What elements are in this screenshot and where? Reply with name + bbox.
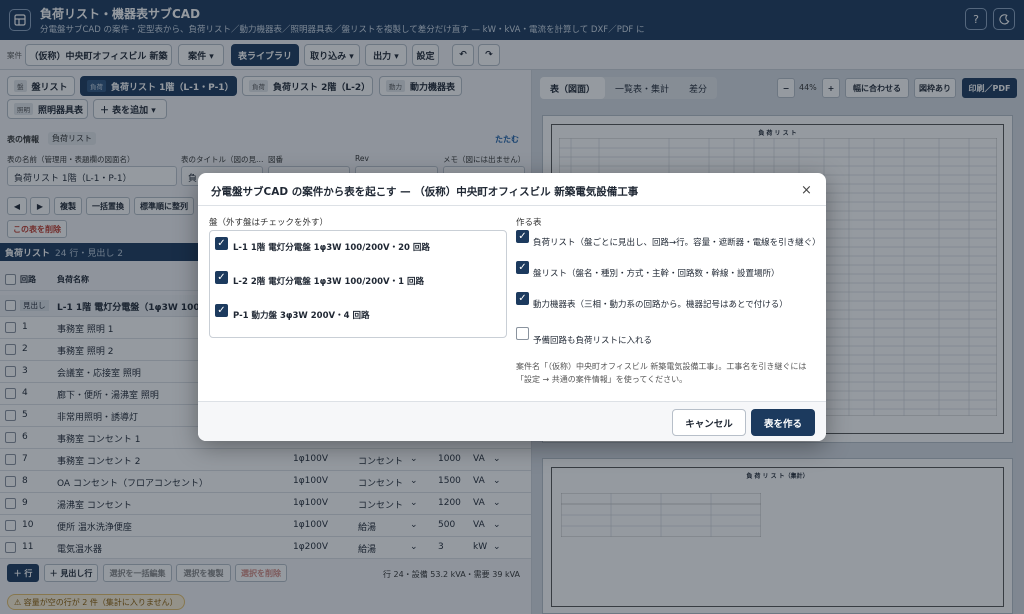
dialog-title: 分電盤サブCAD の案件から表を起こす — （仮称）中央町オフィスビル 新築電気… — [211, 186, 639, 198]
output-checkbox-spare-circuits[interactable] — [516, 327, 529, 340]
create-tables-button[interactable]: 表を作る — [751, 409, 815, 436]
output-label-panel-list[interactable]: 盤リスト（盤名・種別・方式・主幹・回路数・幹線・設置場所） — [533, 267, 780, 279]
dialog-divider — [198, 205, 826, 206]
create-tables-dialog: 分電盤サブCAD の案件から表を起こす — （仮称）中央町オフィスビル 新築電気… — [198, 173, 826, 441]
make-tables-label: 作る表 — [516, 218, 542, 228]
panel-label-p1[interactable]: P-1 動力盤 3φ3W 200V・4 回路 — [233, 309, 369, 321]
case-name-note: 案件名「（仮称）中央町オフィスビル 新築電気設備工事」。工事名を引き継ぐには「設… — [516, 362, 807, 384]
cancel-button[interactable]: キャンセル — [672, 409, 746, 436]
panel-checklist: ✓ L-1 1階 電灯分電盤 1φ3W 100/200V・20 回路 ✓ L-2… — [209, 230, 507, 338]
panels-label: 盤（外す盤はチェックを外す） — [209, 218, 329, 228]
panel-checkbox-p1[interactable]: ✓ — [215, 304, 228, 317]
dialog-footer: キャンセル 表を作る — [198, 401, 826, 441]
close-icon[interactable]: × — [801, 183, 812, 198]
panel-label-l2[interactable]: L-2 2階 電灯分電盤 1φ3W 100/200V・1 回路 — [233, 275, 424, 287]
output-label-spare-circuits[interactable]: 予備回路も負荷リストに入れる — [533, 334, 652, 346]
output-checkbox-load-list[interactable]: ✓ — [516, 230, 529, 243]
panel-checkbox-l1[interactable]: ✓ — [215, 237, 228, 250]
panel-checkbox-l2[interactable]: ✓ — [215, 271, 228, 284]
panel-label-l1[interactable]: L-1 1階 電灯分電盤 1φ3W 100/200V・20 回路 — [233, 241, 430, 253]
output-checkbox-power-equipment[interactable]: ✓ — [516, 292, 529, 305]
output-label-power-equipment[interactable]: 動力機器表（三相・動力系の回路から。機器記号はあとで付ける） — [533, 298, 788, 310]
output-checkbox-panel-list[interactable]: ✓ — [516, 261, 529, 274]
output-label-load-list[interactable]: 負荷リスト（盤ごとに見出し、回路→行。容量・遮断器・電線を引き継ぐ） — [533, 236, 821, 248]
